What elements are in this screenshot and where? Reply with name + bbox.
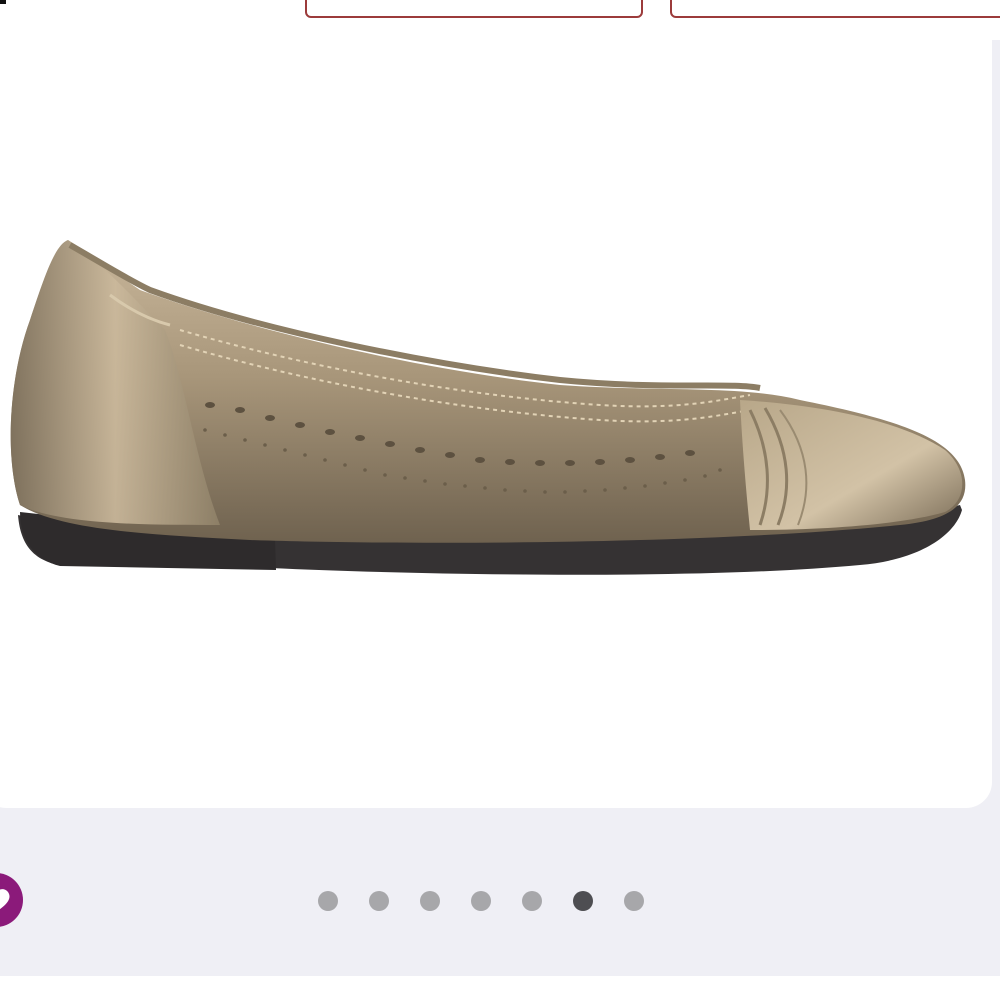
carousel-dot[interactable] (624, 891, 644, 911)
product-image-shoe (10, 240, 966, 575)
favorite-button[interactable] (0, 868, 28, 932)
bottom-edge (0, 976, 1000, 1000)
carousel-dot[interactable] (420, 891, 440, 911)
carousel-dot[interactable] (522, 891, 542, 911)
carousel-dot[interactable] (471, 891, 491, 911)
carousel-dot-active[interactable] (573, 891, 593, 911)
carousel-pagination (318, 891, 644, 913)
carousel-dot[interactable] (318, 891, 338, 911)
carousel-dot[interactable] (369, 891, 389, 911)
heart-icon (0, 873, 23, 927)
